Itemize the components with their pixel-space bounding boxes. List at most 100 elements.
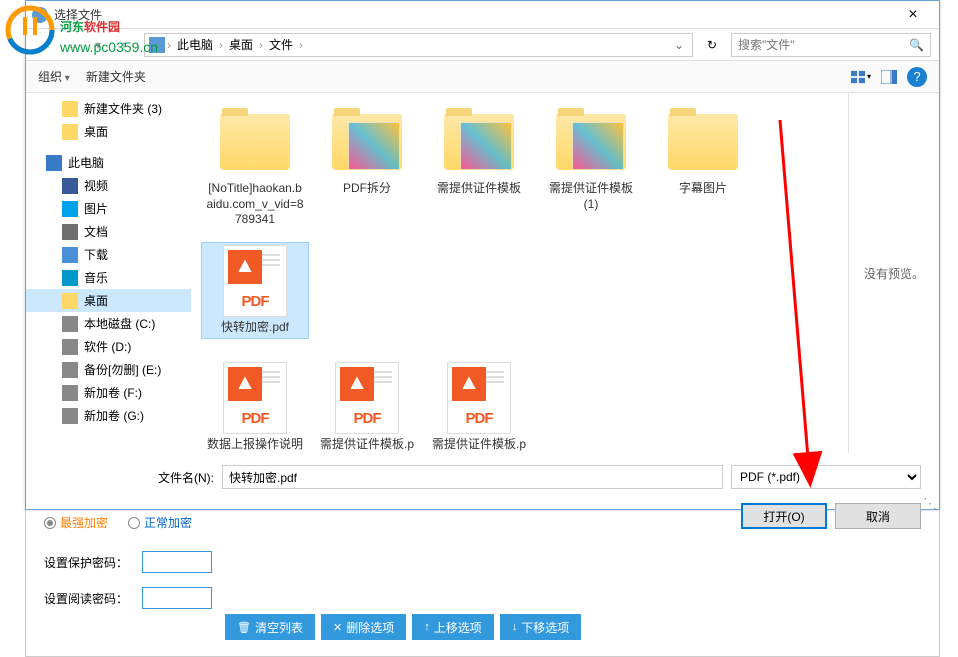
tree-item[interactable]: 文档 [26, 220, 191, 243]
file-item[interactable]: [NoTitle]haokan.baidu.com_v_vid=8789341 [201, 103, 309, 232]
move-up-button[interactable]: ↑上移选项 [412, 614, 494, 640]
protect-password-input[interactable] [142, 551, 212, 573]
tree-item[interactable]: 本地磁盘 (C:) [26, 312, 191, 335]
file-item[interactable]: PDF数据上报操作说明手册.pdf [201, 359, 309, 453]
tree-item-label: 音乐 [84, 269, 108, 286]
folder-icon [215, 107, 295, 177]
tree-item-label: 视频 [84, 177, 108, 194]
file-name-label: PDF拆分 [343, 181, 391, 197]
resize-grip-icon[interactable] [925, 495, 937, 507]
tree-item[interactable]: 桌面 [26, 120, 191, 143]
drive-icon [62, 316, 78, 332]
file-name-label: 字幕图片 [679, 181, 727, 197]
arrow-down-icon: ↓ [512, 621, 518, 633]
folder-tree-sidebar[interactable]: 新建文件夹 (3)桌面此电脑视频图片文档下载音乐桌面本地磁盘 (C:)软件 (D… [26, 93, 191, 453]
file-name-label: 需提供证件模板 [437, 181, 521, 197]
close-button[interactable]: × [893, 1, 933, 28]
file-name-label: 需提供证件模板 (1) [541, 181, 641, 212]
dl-icon [62, 247, 78, 263]
tree-item[interactable]: 新加卷 (G:) [26, 404, 191, 427]
delete-option-button[interactable]: ✕删除选项 [321, 614, 406, 640]
preview-pane-button[interactable] [879, 67, 899, 87]
organize-menu[interactable]: 组织 [38, 68, 70, 85]
address-dropdown-icon[interactable]: ⌄ [670, 38, 688, 52]
crumb-this-pc[interactable]: 此电脑 [173, 36, 217, 53]
move-down-button[interactable]: ↓下移选项 [500, 614, 582, 640]
tree-item[interactable]: 音乐 [26, 266, 191, 289]
file-item[interactable]: PDF需提供证件模板.pdf-2020-04-28-09-41-04-909.p… [425, 359, 533, 453]
file-name-label: 需提供证件模板.pdf [317, 437, 417, 453]
preview-panel: 没有预览。 [849, 93, 939, 453]
search-box[interactable]: 🔍 [731, 33, 931, 57]
file-item[interactable]: 需提供证件模板 (1) [537, 103, 645, 232]
pdf-file-icon: PDF [215, 246, 295, 316]
pdf-file-icon: PDF [327, 363, 407, 433]
help-button[interactable]: ? [907, 67, 927, 87]
doc-icon [62, 224, 78, 240]
folder-icon [551, 107, 631, 177]
video-icon [62, 178, 78, 194]
tree-item-label: 新建文件夹 (3) [84, 100, 162, 117]
file-item[interactable]: PDF 需提供证件模板.pdf [313, 359, 421, 453]
desktop-folder [62, 293, 78, 309]
protect-password-label: 设置保护密码： [44, 554, 134, 571]
file-list-area[interactable]: [NoTitle]haokan.baidu.com_v_vid=8789341 P… [191, 93, 849, 453]
trash-icon: 🗑 [237, 621, 251, 634]
filename-input[interactable] [222, 465, 723, 489]
nav-up-button[interactable]: ↑ [112, 33, 136, 57]
tree-item-label: 桌面 [84, 123, 108, 140]
file-item[interactable]: PDF拆分 [313, 103, 421, 232]
cancel-button[interactable]: 取消 [835, 503, 921, 529]
view-mode-button[interactable]: ▾ [851, 67, 871, 87]
pdf-file-icon: PDF [439, 363, 519, 433]
drive-icon [62, 408, 78, 424]
pc-icon [46, 155, 62, 171]
tree-item[interactable]: 新建文件夹 (3) [26, 97, 191, 120]
open-button[interactable]: 打开(O) [741, 503, 827, 529]
folder-icon [439, 107, 519, 177]
tree-item-label: 下载 [84, 246, 108, 263]
tree-item-label: 此电脑 [68, 154, 104, 171]
file-item[interactable]: PDF 快转加密.pdf [201, 242, 309, 340]
tree-item-label: 备份[勿删] (E:) [84, 361, 161, 378]
pc-icon [149, 37, 165, 53]
no-preview-text: 没有预览。 [864, 265, 924, 282]
nav-recent-dropdown[interactable]: ▾ [86, 33, 110, 57]
pdf-file-icon: PDF [215, 363, 295, 433]
new-folder-button[interactable]: 新建文件夹 [86, 68, 146, 85]
file-name-label: 快转加密.pdf [221, 320, 289, 336]
tree-item[interactable]: 软件 (D:) [26, 335, 191, 358]
file-item[interactable]: 字幕图片 [649, 103, 757, 232]
read-password-input[interactable] [142, 587, 212, 609]
crumb-desktop[interactable]: 桌面 [225, 36, 257, 53]
file-open-dialog: 选择文件 × ← → ▾ ↑ › 此电脑 › 桌面 › 文件 › ⌄ ↻ 🔍 组… [25, 0, 940, 510]
tree-item[interactable]: 下载 [26, 243, 191, 266]
tree-item[interactable]: 图片 [26, 197, 191, 220]
file-type-filter[interactable]: PDF (*.pdf) [731, 465, 921, 489]
nav-forward-button[interactable]: → [60, 33, 84, 57]
desktop-folder [62, 124, 78, 140]
arrow-up-icon: ↑ [424, 621, 430, 633]
tree-item-label: 新加卷 (G:) [84, 407, 144, 424]
tree-item-label: 软件 (D:) [84, 338, 131, 355]
nav-back-button[interactable]: ← [34, 33, 58, 57]
dialog-title: 选择文件 [54, 6, 893, 23]
search-icon: 🔍 [909, 38, 924, 52]
close-icon: ✕ [333, 621, 342, 634]
address-breadcrumb[interactable]: › 此电脑 › 桌面 › 文件 › ⌄ [144, 33, 693, 57]
tree-item-label: 文档 [84, 223, 108, 240]
refresh-button[interactable]: ↻ [701, 34, 723, 56]
crumb-files[interactable]: 文件 [265, 36, 297, 53]
clear-list-button[interactable]: 🗑清空列表 [225, 614, 315, 640]
search-input[interactable] [738, 38, 909, 52]
tree-item[interactable]: 此电脑 [26, 151, 191, 174]
tree-item[interactable]: 视频 [26, 174, 191, 197]
tree-item-label: 新加卷 (F:) [84, 384, 142, 401]
dialog-bottom-bar: 文件名(N): PDF (*.pdf) 打开(O) 取消 [26, 453, 939, 541]
tree-item[interactable]: 备份[勿删] (E:) [26, 358, 191, 381]
tree-item[interactable]: 桌面 [26, 289, 191, 312]
app-icon [32, 7, 48, 23]
tree-item[interactable]: 新加卷 (F:) [26, 381, 191, 404]
file-item[interactable]: 需提供证件模板 [425, 103, 533, 232]
read-password-label: 设置阅读密码： [44, 590, 134, 607]
